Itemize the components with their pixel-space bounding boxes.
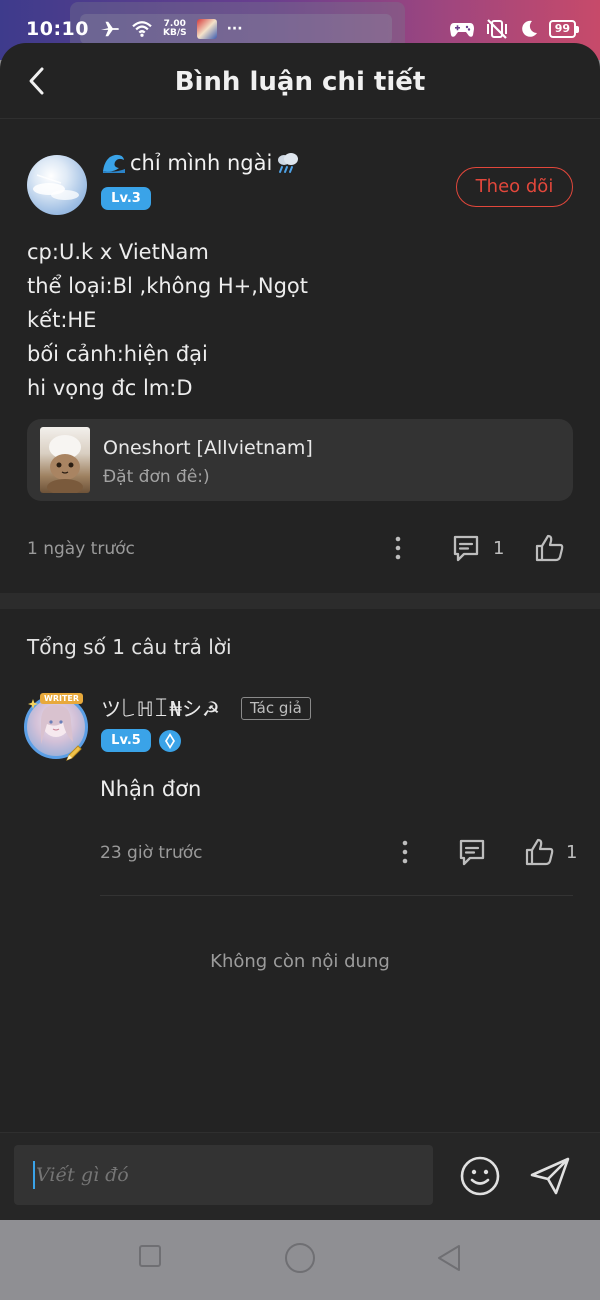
comment-icon [453, 535, 479, 562]
app-notification-icon [196, 19, 217, 39]
reply-divider [100, 895, 573, 896]
more-options-icon[interactable] [393, 535, 403, 561]
like-button[interactable] [534, 533, 566, 563]
comment-composer [0, 1132, 600, 1220]
pen-icon [66, 745, 82, 761]
header: Bình luận chi tiết [0, 43, 600, 119]
thumbs-up-icon [525, 838, 554, 866]
post-line: thể loại:Bl ,không H+,Ngọt [27, 274, 309, 298]
kitten-image [47, 435, 83, 493]
post-author-name[interactable]: chỉ mình ngài [101, 151, 301, 175]
status-left: 10:10 7.00 KB/S ··· [26, 18, 243, 40]
page-title: Bình luận chi tiết [174, 67, 426, 97]
story-cover-thumbnail [40, 427, 90, 493]
linked-story-card[interactable]: Oneshort [Allvietnam] Đặt đơn đê:) [27, 419, 573, 501]
wave-emoji-icon [103, 154, 125, 173]
status-time: 10:10 [26, 18, 89, 40]
comment-detail-sheet: Bình luận chi tiết chỉ mình ngài Lv.3 Th… [0, 43, 600, 1220]
post-body: cp:U.k x VietNam thể loại:Bl ,không H+,N… [27, 235, 308, 405]
emoji-icon[interactable] [459, 1155, 501, 1197]
reply-text: Nhận đơn [100, 777, 202, 801]
reply-meta-row: 23 giờ trước 1 [100, 837, 577, 867]
post-line: kết:HE [27, 308, 97, 332]
home-circle-icon[interactable] [284, 1242, 316, 1274]
avatar[interactable] [27, 155, 87, 215]
battery-indicator: 99 [548, 20, 580, 38]
network-speed: 7.00 KB/S [163, 20, 187, 38]
vibrate-off-icon [486, 19, 507, 39]
airplane-icon [100, 21, 119, 37]
game-controller-icon [449, 23, 474, 37]
follow-button[interactable]: Theo dõi [456, 167, 573, 207]
post-meta-row: 1 ngày trước 1 [27, 533, 573, 563]
network-speed-unit: KB/S [162, 28, 187, 38]
author-level-badge: Lv.3 [101, 187, 151, 210]
story-title: Oneshort [Allvietnam] [103, 437, 313, 459]
section-divider [0, 593, 600, 609]
post-line: cp:U.k x VietNam [27, 240, 209, 264]
post-line: bối cảnh:hiện đại [27, 342, 208, 366]
reply-level-badge: Lv.5 [101, 729, 151, 752]
more-options-icon[interactable] [400, 839, 410, 865]
star-icon [28, 699, 38, 709]
reply-like-count: 1 [566, 841, 578, 863]
status-more: ··· [226, 21, 243, 37]
rank-badge-icon [159, 730, 181, 752]
moon-icon [521, 20, 537, 37]
post-line: hi vọng đc lm:D [27, 376, 193, 400]
recents-square-icon[interactable] [138, 1244, 162, 1268]
system-navigation-bar [0, 1220, 600, 1300]
author-tag: Tác giả [241, 697, 311, 720]
send-icon[interactable] [528, 1155, 572, 1197]
reply-comment-button[interactable] [457, 837, 487, 867]
text-caret [33, 1161, 35, 1189]
back-triangle-icon[interactable] [436, 1244, 462, 1272]
post-time: 1 ngày trước [27, 539, 135, 559]
comment-input[interactable] [14, 1145, 433, 1205]
wifi-icon [132, 21, 152, 37]
story-subtitle: Đặt đơn đê:) [103, 467, 210, 487]
replies-total: Tổng số 1 câu trả lời [27, 635, 232, 659]
writer-tag: WRITER [40, 693, 84, 704]
comment-count: 1 [493, 537, 505, 559]
reply-like-button[interactable]: 1 [524, 837, 577, 867]
sky-cloud-image [33, 174, 79, 200]
rain-cloud-emoji-icon [278, 153, 299, 173]
reply-author-name[interactable]: ツ꒒ℍꀤ₦シ☭ [101, 693, 220, 722]
reply-time: 23 giờ trước [100, 843, 203, 863]
status-right: 99 [449, 18, 580, 40]
thumbs-up-icon [535, 534, 564, 562]
comment-icon [459, 839, 485, 866]
end-of-content-label: Không còn nội dung [210, 951, 390, 972]
comment-button[interactable]: 1 [451, 533, 504, 563]
post-author-name-text: chỉ mình ngài [130, 151, 273, 175]
